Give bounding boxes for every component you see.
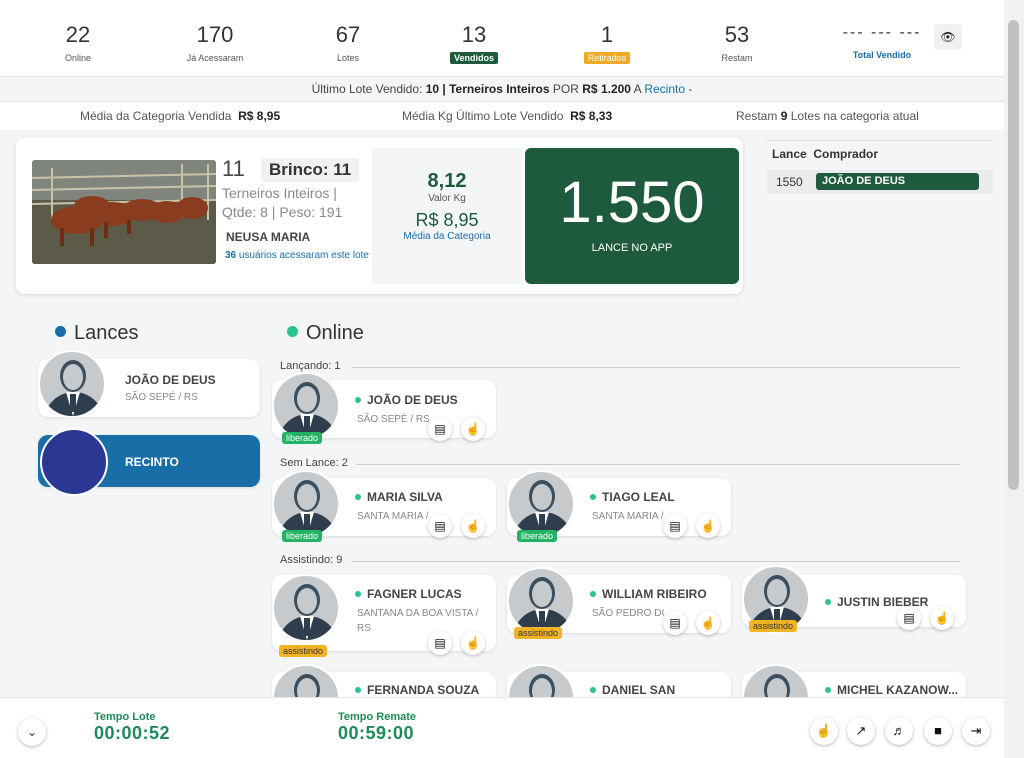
status-badge: liberado: [282, 432, 323, 444]
online-user-location: SÃO SEPÉ / RS: [357, 414, 429, 425]
exit-icon[interactable]: ⇥: [962, 717, 990, 745]
eye-icon[interactable]: 👁: [934, 24, 962, 50]
stat-lots: 67 Lotes: [335, 22, 361, 63]
divider: [356, 464, 960, 465]
stat-online: 22 Online: [64, 22, 91, 63]
online-heading: Online: [287, 322, 364, 345]
recinto-avatar: [40, 428, 108, 496]
averages-bar: Média da Categoria Vendida R$ 8,95 Média…: [0, 102, 1004, 130]
bids-table-header: Lance Comprador: [772, 147, 879, 161]
online-user-name: MICHEL KAZANOW...: [825, 683, 958, 697]
online-user-location: SANTA MARIA /: [357, 511, 429, 522]
avatar: [272, 574, 340, 642]
status-badge: liberado: [517, 530, 558, 542]
avatar: [507, 567, 575, 635]
avatar: [38, 350, 106, 418]
volume-icon[interactable]: ♬: [885, 717, 913, 745]
chat-icon[interactable]: ▤: [663, 611, 687, 635]
online-user-name: JOÃO DE DEUS: [355, 393, 458, 407]
stop-icon[interactable]: ■: [924, 717, 952, 745]
green-dot-icon: [287, 326, 298, 337]
status-badge: assistindo: [749, 620, 798, 632]
tempo-lote: Tempo Lote 00:00:52: [94, 711, 171, 743]
last-lot-sold: Último Lote Vendido: 10 | Terneiros Inte…: [0, 76, 1004, 102]
chat-icon[interactable]: ▤: [428, 514, 452, 538]
valor-kg: 8,12 Valor Kg R$ 8,95 Média da Categoria: [403, 170, 491, 242]
lances-heading: Lances: [55, 322, 139, 345]
chat-icon[interactable]: ▤: [663, 514, 687, 538]
online-user-location: SÃO PEDRO DO SUL / RS: [592, 608, 664, 619]
chat-icon[interactable]: ▤: [897, 606, 921, 630]
total-sold: --- --- --- Total Vendido: [842, 24, 922, 60]
seller-name: NEUSA MARIA: [226, 230, 311, 244]
hand-icon[interactable]: ☝: [810, 717, 838, 745]
hand-icon[interactable]: ☝: [461, 514, 485, 538]
group-sem-lance: Sem Lance: 2: [280, 457, 348, 469]
tempo-remate: Tempo Remate 00:59:00: [338, 711, 417, 743]
chat-icon[interactable]: ▤: [428, 631, 452, 655]
scrollbar-thumb[interactable]: [1008, 20, 1019, 490]
avatar: [272, 470, 340, 538]
divider: [767, 140, 993, 141]
group-assistindo: Assistindo: 9: [280, 554, 343, 566]
lance-name: RECINTO: [125, 455, 179, 469]
lot-photo[interactable]: [32, 160, 216, 264]
bids-table-row: 1550 JOÃO DE DEUS: [767, 170, 993, 194]
current-bid: 1.550 LANCE NO APP: [525, 148, 739, 284]
hand-icon[interactable]: ☝: [696, 611, 720, 635]
lance-location: SÃO SEPÉ / RS: [125, 392, 198, 403]
online-user-name: FAGNER LUCAS: [355, 587, 462, 601]
avatar: [507, 470, 575, 538]
online-user-name: DANIEL SAN: [590, 683, 675, 697]
hand-icon[interactable]: ☝: [461, 631, 485, 655]
lot-number: 11: [222, 156, 245, 181]
group-lancando: Lançando: 1: [280, 360, 341, 372]
stat-sold: 13 Vendidos: [419, 22, 529, 66]
online-user-name: FERNANDA SOUZA: [355, 683, 479, 697]
online-user-location: SANTA MARIA /: [592, 511, 664, 522]
hand-icon[interactable]: ☝: [461, 417, 485, 441]
stat-remaining: 53 Restam: [721, 22, 753, 63]
stat-accessed: 170 Já Acessaram: [186, 22, 244, 63]
users-accessed: 36 usuários acessaram este lote: [225, 250, 369, 261]
divider: [352, 561, 960, 562]
hand-icon[interactable]: ☝: [696, 514, 720, 538]
brinco-tag: Brinco: 11: [261, 158, 360, 182]
divider: [352, 367, 960, 368]
status-badge: assistindo: [514, 627, 563, 639]
chevron-down-icon[interactable]: ⌄: [18, 718, 46, 746]
hand-icon[interactable]: ☝: [930, 606, 954, 630]
lance-name: JOÃO DE DEUS: [125, 373, 216, 387]
stat-withdrawn: 1 Retirados: [552, 22, 662, 66]
avatar: [272, 372, 340, 440]
chart-icon[interactable]: ↗: [847, 717, 875, 745]
status-badge: liberado: [282, 530, 323, 542]
online-user-name: TIAGO LEAL: [590, 490, 675, 504]
online-user-name: WILLIAM RIBEIRO: [590, 587, 707, 601]
online-user-name: MARIA SILVA: [355, 490, 443, 504]
status-badge: assistindo: [279, 645, 328, 657]
blue-dot-icon: [55, 326, 66, 337]
chat-icon[interactable]: ▤: [428, 417, 452, 441]
lot-category: Terneiros Inteiros | Qtde: 8 | Peso: 191: [222, 185, 343, 220]
